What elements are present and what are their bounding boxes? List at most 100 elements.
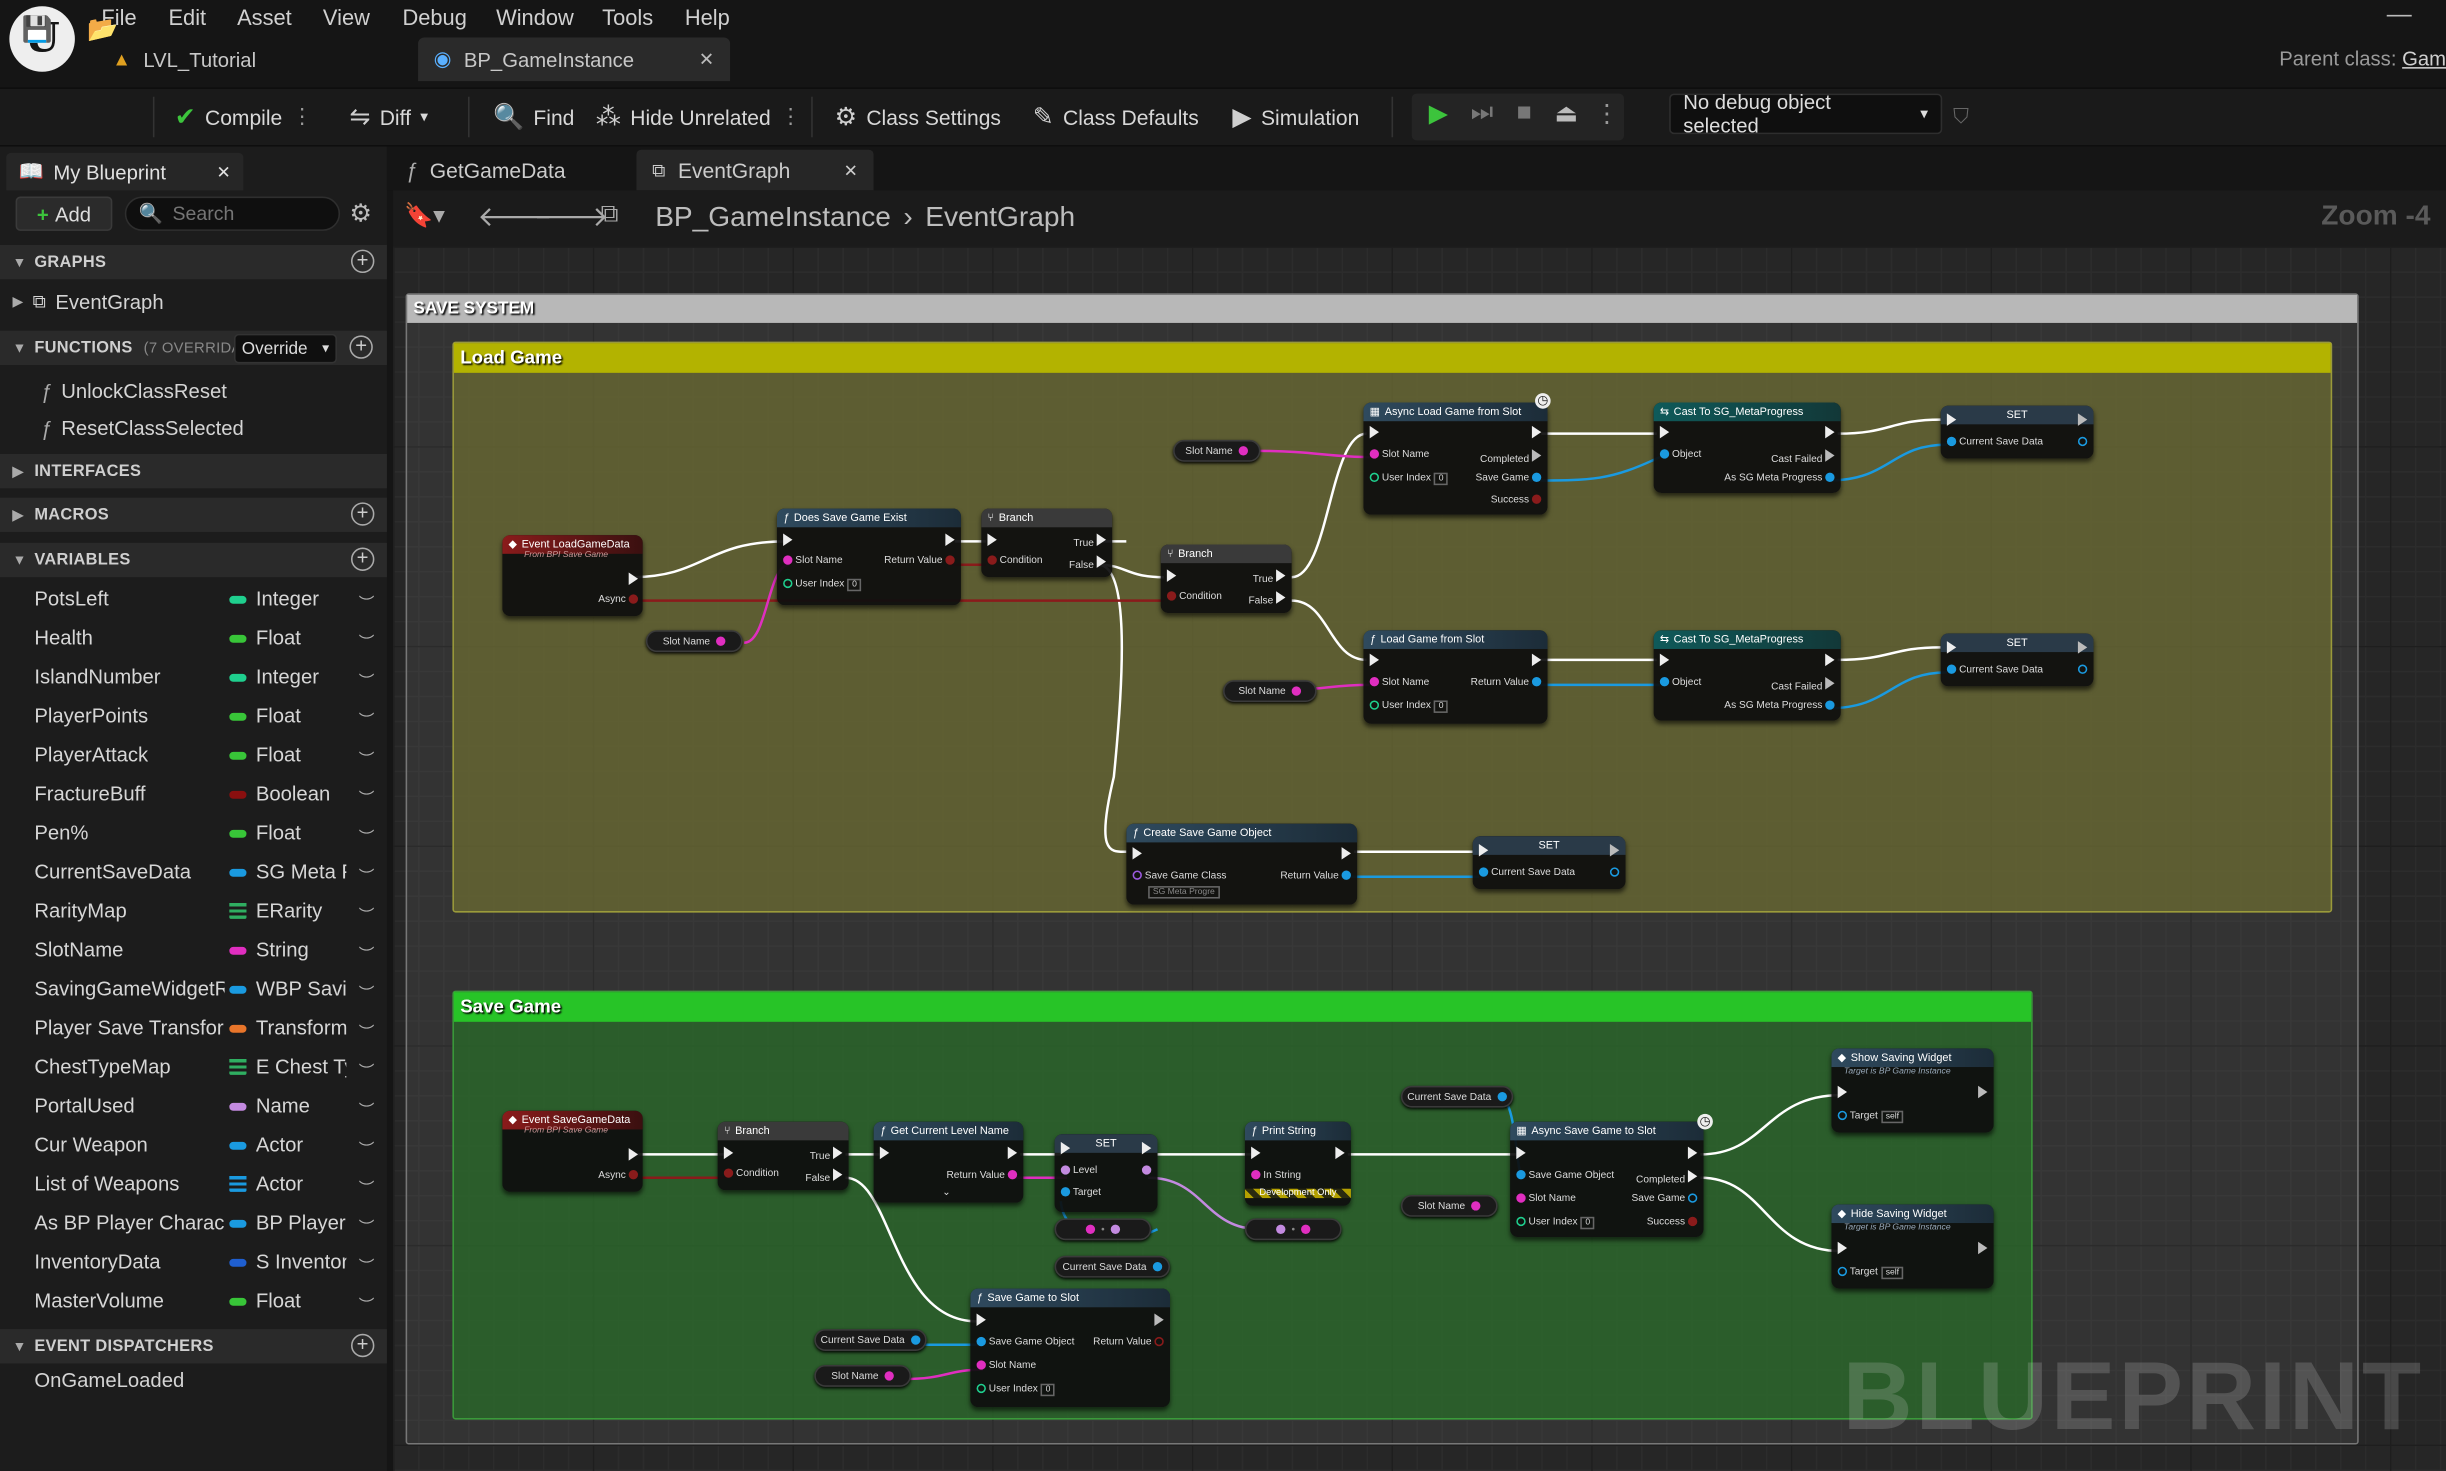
menu-view[interactable]: View xyxy=(323,5,370,30)
variable-row[interactable]: PortalUsed Name ︶ xyxy=(0,1087,387,1126)
search-field[interactable]: 🔍 xyxy=(124,196,341,231)
return-value-pin[interactable]: Return Value xyxy=(884,555,955,566)
variable-row[interactable]: SlotName String ︶ xyxy=(0,931,387,970)
more-options-icon[interactable]: ⋮ xyxy=(780,105,801,130)
variable-row[interactable]: Cur Weapon Actor ︶ xyxy=(0,1126,387,1165)
diff-button[interactable]: ⇋ Diff ▾ xyxy=(349,87,428,146)
node-branch-3[interactable]: ⑂ Branch True Condition False xyxy=(717,1121,849,1191)
hide-unrelated-button[interactable]: ⁂ Hide Unrelated ⋮ xyxy=(596,87,801,146)
section-event-dispatchers[interactable]: ▼ EVENT DISPATCHERS + xyxy=(0,1329,387,1364)
add-button[interactable]: + Add xyxy=(15,196,113,231)
eye-closed-icon[interactable]: ︶ xyxy=(359,1292,375,1315)
node-load-game-from-slot[interactable]: ƒ Load Game from Slot Slot Name Return Va… xyxy=(1363,630,1548,724)
variable-row[interactable]: SavingGameWidgetR WBP Savi ︶ xyxy=(0,970,387,1009)
var-current-save-data[interactable]: Current Save Data xyxy=(1054,1255,1170,1278)
chevron-down-icon[interactable]: ⌄ xyxy=(942,1186,951,1198)
async-pin[interactable]: Async xyxy=(598,594,639,605)
add-macro-icon[interactable]: + xyxy=(351,502,375,526)
user-index-pin[interactable]: User Index 0 xyxy=(783,578,862,592)
eye-closed-icon[interactable]: ︶ xyxy=(359,668,375,691)
menu-window[interactable]: Window xyxy=(496,5,574,30)
node-show-saving-widget[interactable]: ◆ Show Saving Widget Target is BP Game In… xyxy=(1831,1048,1994,1133)
variable-row[interactable]: PotsLeft Integer ︶ xyxy=(0,580,387,619)
dispatcher-item[interactable]: OnGameLoaded xyxy=(34,1368,184,1391)
add-function-icon[interactable]: + xyxy=(349,335,373,359)
node-does-save-game-exist[interactable]: ƒ Does Save Game Exist Slot Name Return V… xyxy=(776,508,961,606)
function-item[interactable]: ƒ ResetClassSelected xyxy=(41,417,244,440)
variable-row[interactable]: PlayerAttack Float ︶ xyxy=(0,736,387,775)
node-branch-2[interactable]: ⑂ Branch True Condition False xyxy=(1160,544,1292,614)
debug-object-select[interactable]: No debug object selected ▾ xyxy=(1669,90,1943,137)
add-graph-icon[interactable]: + xyxy=(351,249,375,273)
node-set-current-save-data-2[interactable]: SET Current Save Data xyxy=(1940,633,2094,687)
play-options-icon[interactable]: ⋮ xyxy=(1588,95,1625,132)
eye-closed-icon[interactable]: ︶ xyxy=(359,785,375,808)
add-dispatcher-icon[interactable]: + xyxy=(351,1333,375,1358)
menu-edit[interactable]: Edit xyxy=(168,5,206,30)
variable-row[interactable]: List of Weapons Actor ︶ xyxy=(0,1165,387,1204)
reroute-nodes[interactable]: • xyxy=(1054,1218,1152,1241)
variable-row[interactable]: ChestTypeMap E Chest Ty ︶ xyxy=(0,1048,387,1087)
class-select[interactable]: SG Meta Progre xyxy=(1148,886,1220,899)
menu-debug[interactable]: Debug xyxy=(402,5,466,30)
breadcrumb-item[interactable]: EventGraph xyxy=(925,201,1075,234)
forward-arrow-icon[interactable]: 🡒 xyxy=(534,201,609,234)
eye-closed-icon[interactable]: ︶ xyxy=(359,590,375,613)
eye-closed-icon[interactable]: ︶ xyxy=(359,746,375,769)
class-defaults-button[interactable]: ✎ Class Defaults xyxy=(1033,87,1199,146)
variable-row[interactable]: InventoryData S Inventor ︶ xyxy=(0,1243,387,1282)
node-async-load-game[interactable]: ▦ Async Load Game from Slot Slot Name Com… xyxy=(1363,402,1548,515)
close-icon[interactable]: ✕ xyxy=(216,161,230,182)
add-variable-icon[interactable]: + xyxy=(351,547,375,571)
variable-row[interactable]: Pen% Float ︶ xyxy=(0,814,387,853)
variable-row[interactable]: Health Float ︶ xyxy=(0,619,387,658)
node-set-current-save-data-3[interactable]: SET Current Save Data xyxy=(1472,836,1626,890)
node-save-game-to-slot[interactable]: ƒ Save Game to Slot Save Game Object Retu… xyxy=(970,1288,1170,1408)
menu-help[interactable]: Help xyxy=(685,5,730,30)
compile-button[interactable]: ✔ Compile ⋮ xyxy=(175,87,313,146)
bookmark-icon[interactable]: 🔖▾ xyxy=(404,201,445,230)
debug-filter-icon[interactable]: ⛉ xyxy=(1953,87,1969,146)
node-create-save-game-object[interactable]: ƒ Create Save Game Object Save Game Class… xyxy=(1126,823,1358,905)
slot-name-pin[interactable]: Slot Name xyxy=(783,555,843,566)
node-branch-1[interactable]: ⑂ Branch True Condition False xyxy=(981,508,1113,578)
stop-icon[interactable]: ■ xyxy=(1505,95,1542,132)
variable-row[interactable]: FractureBuff Boolean ︶ xyxy=(0,775,387,814)
compile-options-icon[interactable]: ⋮ xyxy=(292,105,313,130)
tab-my-blueprint[interactable]: 📖 My Blueprint ✕ xyxy=(6,152,244,191)
save-icon[interactable]: 💾 xyxy=(22,0,53,59)
pin-value[interactable]: 0 xyxy=(1040,1383,1056,1397)
node-event-save-game-data[interactable]: ◆ Event SaveGameData From BPI Save Game A… xyxy=(502,1110,643,1192)
eye-closed-icon[interactable]: ︶ xyxy=(359,1019,375,1042)
eye-closed-icon[interactable]: ︶ xyxy=(359,863,375,886)
node-print-string[interactable]: ƒ Print String In String Development Only xyxy=(1244,1121,1351,1206)
tab-eventgraph[interactable]: ⧉ EventGraph ✕ xyxy=(636,149,874,191)
section-variables[interactable]: ▼ VARIABLES + xyxy=(0,542,387,578)
section-interfaces[interactable]: ▶ INTERFACES xyxy=(0,453,387,489)
node-hide-saving-widget[interactable]: ◆ Hide Saving Widget Target is BP Game In… xyxy=(1831,1204,1994,1289)
eye-closed-icon[interactable]: ︶ xyxy=(359,941,375,964)
tab-bp-gameinstance[interactable]: ◉ BP_GameInstance ✕ xyxy=(418,37,731,82)
menu-asset[interactable]: Asset xyxy=(237,5,292,30)
node-event-load-game-data[interactable]: ◆ Event LoadGameData From BPI Save Game A… xyxy=(502,535,643,617)
play-icon[interactable]: ▶ xyxy=(1420,95,1457,132)
node-cast-sg-metaprogress-2[interactable]: ⇆ Cast To SG_MetaProgress Object Cast Fai… xyxy=(1653,630,1841,721)
node-get-current-level-name[interactable]: ƒ Get Current Level Name Return Value ⌄ xyxy=(873,1121,1024,1203)
var-slot-name[interactable]: Slot Name xyxy=(814,1365,912,1387)
variable-row[interactable]: IslandNumber Integer ︶ xyxy=(0,658,387,697)
node-cast-sg-metaprogress-1[interactable]: ⇆ Cast To SG_MetaProgress Object Cast Fai… xyxy=(1653,402,1841,493)
pin-value[interactable]: 0 xyxy=(847,578,862,592)
variable-row[interactable]: PlayerPoints Float ︶ xyxy=(0,697,387,736)
reroute-nodes[interactable]: • xyxy=(1244,1218,1342,1241)
pin-value[interactable]: 0 xyxy=(1580,1216,1595,1230)
eye-closed-icon[interactable]: ︶ xyxy=(359,1097,375,1120)
eye-closed-icon[interactable]: ︶ xyxy=(359,824,375,847)
minimize-icon[interactable]: — xyxy=(2387,2,2412,30)
section-macros[interactable]: ▶ MACROS + xyxy=(0,497,387,532)
eye-closed-icon[interactable]: ︶ xyxy=(359,629,375,652)
eject-icon[interactable]: ⏏ xyxy=(1548,95,1585,132)
variable-row[interactable]: MasterVolume Float ︶ xyxy=(0,1282,387,1321)
step-icon[interactable]: ⏭ xyxy=(1463,95,1500,132)
pin-value[interactable]: 0 xyxy=(1434,472,1449,486)
eye-closed-icon[interactable]: ︶ xyxy=(359,1058,375,1081)
